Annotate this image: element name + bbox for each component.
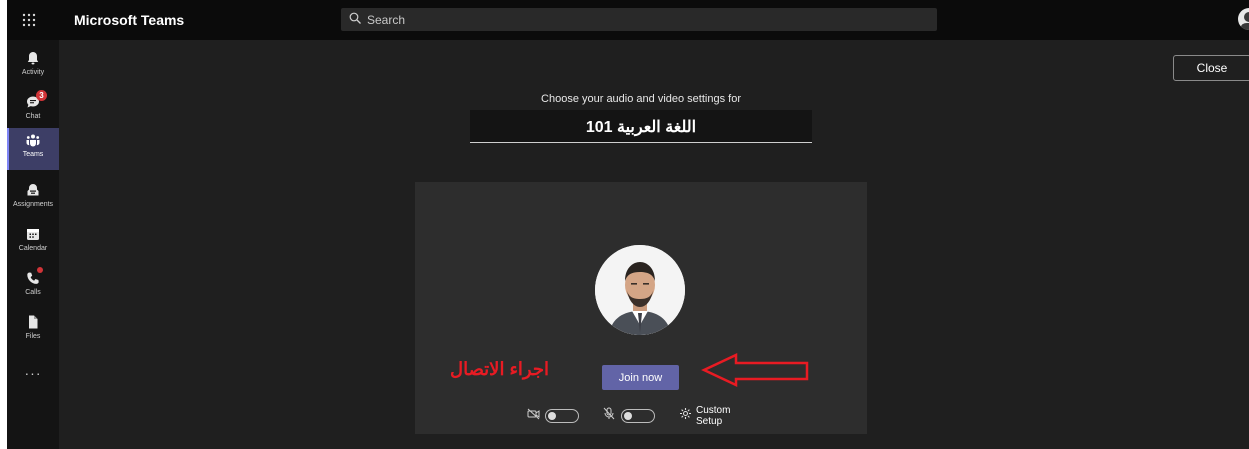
sidebar-item-label: Files: [25, 333, 41, 340]
mic-control: [603, 407, 655, 425]
join-now-button[interactable]: Join now: [602, 365, 679, 390]
sidebar-item-label: Chat: [25, 113, 41, 120]
sidebar-item-files[interactable]: Files: [7, 310, 59, 352]
search-icon: [349, 12, 362, 30]
sidebar-item-label: Assignments: [12, 201, 54, 208]
sidebar-item-chat[interactable]: 3 Chat: [7, 90, 59, 132]
file-icon: [25, 314, 41, 330]
sidebar-item-label: Calendar: [18, 245, 48, 252]
camera-off-icon: [527, 407, 541, 425]
sidebar-item-calendar[interactable]: Calendar: [7, 222, 59, 264]
search-placeholder: Search: [367, 13, 406, 27]
app-rail: Activity 3 Chat Teams Assignments Calend…: [7, 40, 59, 449]
sidebar-item-label: Calls: [25, 289, 41, 296]
avatar[interactable]: [1238, 8, 1249, 30]
prejoin-subtitle: Choose your audio and video settings for: [541, 93, 741, 105]
teams-icon: [25, 132, 41, 148]
phone-icon: [25, 267, 43, 286]
app-launcher-icon[interactable]: [17, 8, 41, 32]
mic-toggle[interactable]: [621, 409, 655, 423]
avatar: [595, 245, 685, 335]
gear-icon: [679, 407, 692, 425]
sidebar-item-teams[interactable]: Teams: [7, 128, 59, 170]
top-bar: Microsoft Teams Search: [7, 0, 1249, 40]
custom-setup-label: Custom Setup: [696, 405, 731, 427]
calendar-icon: [25, 226, 41, 242]
chat-badge: 3: [36, 90, 47, 101]
video-preview-card: اجراء الاتصال Join now Custom Setup: [415, 182, 867, 434]
assignments-icon: [25, 182, 41, 198]
sidebar-item-calls[interactable]: Calls: [7, 266, 59, 308]
meeting-name: اللغة العربية 101: [470, 110, 812, 143]
sidebar-item-label: Activity: [21, 69, 45, 76]
sidebar-item-assignments[interactable]: Assignments: [7, 178, 59, 220]
custom-setup-button[interactable]: Custom Setup: [679, 405, 731, 427]
sidebar-item-label: Teams: [22, 151, 44, 158]
sidebar-item-activity[interactable]: Activity: [7, 46, 59, 88]
bell-icon: [25, 50, 41, 66]
more-apps-button[interactable]: ···: [7, 365, 59, 381]
search-input[interactable]: Search: [341, 8, 937, 31]
annotation-label: اجراء الاتصال: [450, 359, 549, 379]
camera-toggle[interactable]: [545, 409, 579, 423]
chat-icon: 3: [25, 90, 47, 110]
close-button[interactable]: Close: [1173, 55, 1249, 81]
annotation-arrow-icon: [701, 353, 809, 387]
mic-off-icon: [603, 407, 615, 425]
calls-notification-dot: [37, 267, 43, 273]
camera-control: [527, 408, 579, 424]
teams-window: Microsoft Teams Search Activity 3 Chat T…: [7, 0, 1249, 449]
app-title: Microsoft Teams: [74, 12, 185, 28]
